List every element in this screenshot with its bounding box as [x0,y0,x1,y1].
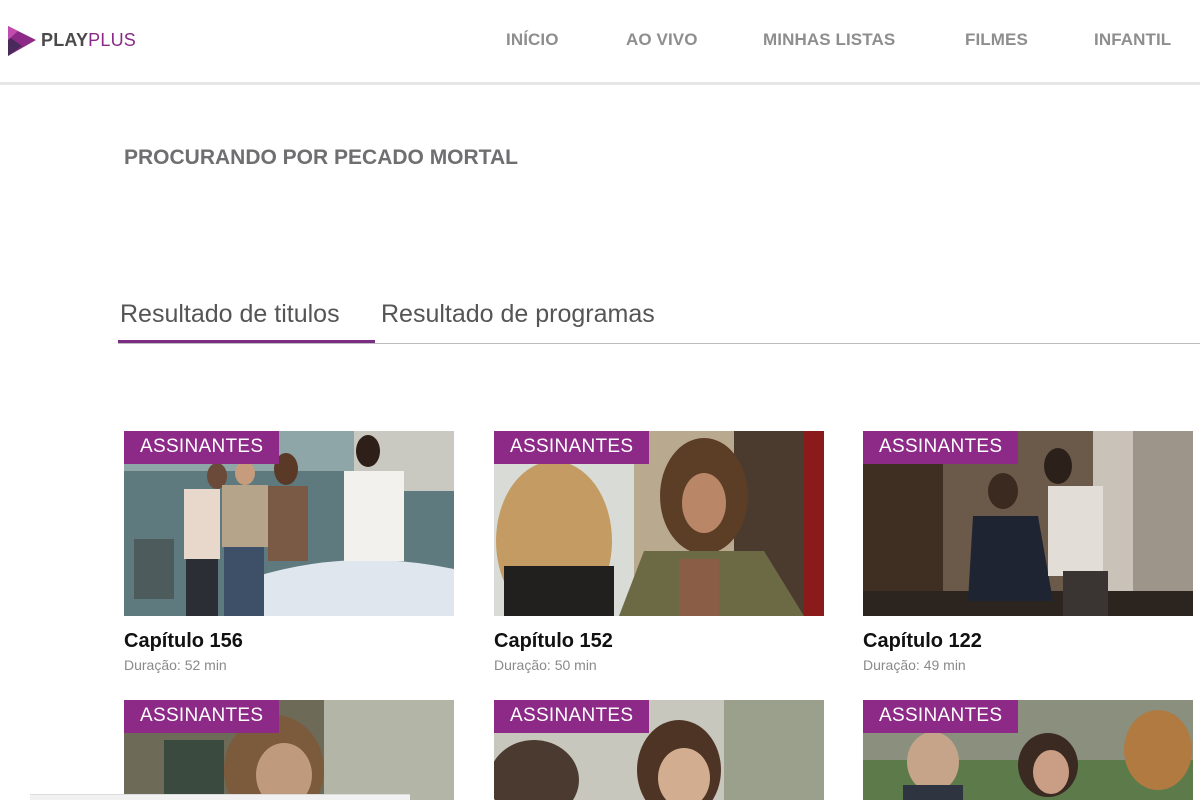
result-card[interactable]: ASSINANTES Capítulo 152 Duração: 50 min [494,431,824,673]
episode-thumbnail[interactable]: ASSINANTES [124,431,454,616]
episode-duration: Duração: 52 min [124,657,227,673]
episode-title[interactable]: Capítulo 156 [124,630,454,653]
nav-item-inicio[interactable]: INÍCIO [506,30,559,50]
episode-thumbnail[interactable]: ASSINANTES [863,431,1193,616]
subscribers-badge: ASSINANTES [124,700,280,733]
nav-item-filmes[interactable]: FILMES [965,30,1028,50]
subscribers-badge: ASSINANTES [494,700,650,733]
result-card[interactable]: ASSINANTES [863,700,1193,800]
subscribers-badge: ASSINANTES [863,431,1019,464]
episode-thumbnail[interactable]: ASSINANTES [124,700,454,800]
subscribers-badge: ASSINANTES [494,431,650,464]
result-card[interactable]: ASSINANTES Capítulo 156 Duração: 52 min [124,431,454,673]
episode-title[interactable]: Capítulo 152 [494,630,824,653]
tab-programas[interactable]: Resultado de programas [379,300,657,343]
nav-item-infantil[interactable]: INFANTIL [1094,30,1171,50]
episode-duration: Duração: 50 min [494,657,597,673]
result-card[interactable]: ASSINANTES [124,700,454,800]
top-header: PLAYPLUS INÍCIO AO VIVO MINHAS LISTAS FI… [0,0,1200,85]
episode-duration: Duração: 49 min [863,657,966,673]
episode-thumbnail[interactable]: ASSINANTES [494,700,824,800]
results-tabs: Resultado de titulos Resultado de progra… [118,296,1200,344]
episode-thumbnail[interactable]: ASSINANTES [863,700,1193,800]
result-card[interactable]: ASSINANTES Capítulo 122 Duração: 49 min [863,431,1193,673]
nav-item-ao-vivo[interactable]: AO VIVO [626,30,698,50]
result-card[interactable]: ASSINANTES [494,700,824,800]
nav-item-minhas-listas[interactable]: MINHAS LISTAS [763,30,895,50]
subscribers-badge: ASSINANTES [124,431,280,464]
search-heading: PROCURANDO POR PECADO MORTAL [124,146,518,169]
horizontal-scrollbar[interactable] [30,794,410,800]
subscribers-badge: ASSINANTES [863,700,1019,733]
episode-title[interactable]: Capítulo 122 [863,630,1193,653]
main-nav: INÍCIO AO VIVO MINHAS LISTAS FILMES INFA… [0,30,1200,50]
episode-thumbnail[interactable]: ASSINANTES [494,431,824,616]
tab-titulos[interactable]: Resultado de titulos [118,300,375,343]
